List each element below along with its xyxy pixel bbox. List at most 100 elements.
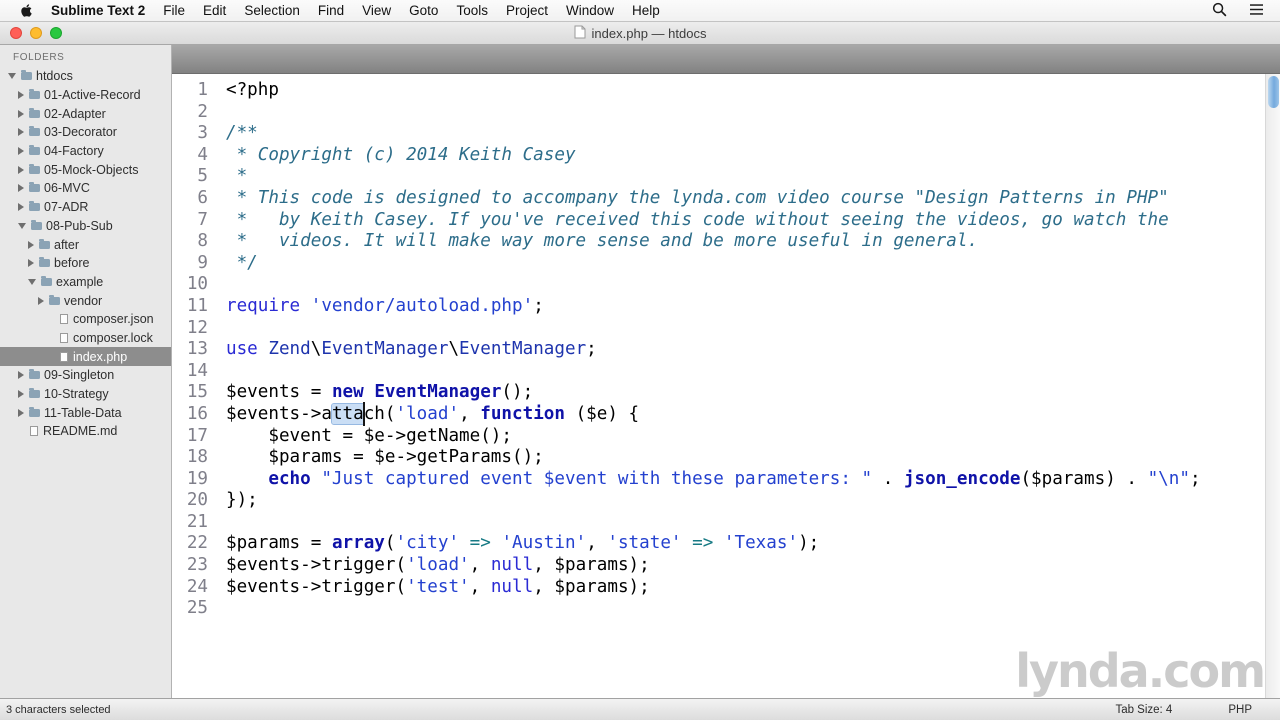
tree-folder-after[interactable]: after	[0, 235, 171, 254]
line-number[interactable]: 10	[172, 274, 208, 296]
editor-scrollbar[interactable]	[1265, 74, 1280, 698]
line-number[interactable]: 4	[172, 145, 208, 167]
menu-item-file[interactable]: File	[163, 3, 185, 18]
collapse-triangle-icon[interactable]	[28, 278, 36, 285]
expand-triangle-icon[interactable]	[18, 371, 24, 380]
line-number[interactable]: 23	[172, 555, 208, 577]
expand-triangle-icon[interactable]	[38, 296, 44, 305]
tree-folder-09-singleton[interactable]: 09-Singleton	[0, 366, 171, 385]
code-line-3[interactable]: /**	[226, 123, 1280, 145]
expand-triangle-icon[interactable]	[18, 147, 24, 156]
code-line-19[interactable]: echo "Just captured event $event with th…	[226, 469, 1280, 491]
code-line-25[interactable]	[226, 598, 1280, 620]
code-line-7[interactable]: * by Keith Casey. If you've received thi…	[226, 210, 1280, 232]
notification-center-icon[interactable]	[1249, 3, 1264, 19]
code-line-13[interactable]: use Zend\EventManager\EventManager;	[226, 339, 1280, 361]
tree-folder-06-mvc[interactable]: 06-MVC	[0, 179, 171, 198]
menu-item-view[interactable]: View	[362, 3, 391, 18]
tree-folder-01-active-record[interactable]: 01-Active-Record	[0, 86, 171, 105]
line-number[interactable]: 2	[172, 102, 208, 124]
menu-item-window[interactable]: Window	[566, 3, 614, 18]
tree-folder-vendor[interactable]: vendor	[0, 291, 171, 310]
tree-folder-04-factory[interactable]: 04-Factory	[0, 142, 171, 161]
minimize-window-button[interactable]	[30, 27, 42, 39]
code-line-9[interactable]: */	[226, 253, 1280, 275]
collapse-triangle-icon[interactable]	[8, 73, 16, 80]
tree-file-readme-md[interactable]: README.md	[0, 422, 171, 441]
line-number[interactable]: 11	[172, 296, 208, 318]
tree-folder-03-decorator[interactable]: 03-Decorator	[0, 123, 171, 142]
code-line-5[interactable]: *	[226, 166, 1280, 188]
tree-file-composer-lock[interactable]: composer.lock	[0, 329, 171, 348]
code-line-12[interactable]	[226, 318, 1280, 340]
line-number[interactable]: 22	[172, 533, 208, 555]
code-line-15[interactable]: $events = new EventManager();	[226, 382, 1280, 404]
code-line-24[interactable]: $events->trigger('test', null, $params);	[226, 577, 1280, 599]
expand-triangle-icon[interactable]	[18, 203, 24, 212]
menu-item-selection[interactable]: Selection	[244, 3, 300, 18]
line-number[interactable]: 6	[172, 188, 208, 210]
expand-triangle-icon[interactable]	[18, 109, 24, 118]
line-number[interactable]: 15	[172, 382, 208, 404]
tree-file-composer-json[interactable]: composer.json	[0, 310, 171, 329]
line-number[interactable]: 7	[172, 210, 208, 232]
expand-triangle-icon[interactable]	[18, 165, 24, 174]
line-number[interactable]: 5	[172, 166, 208, 188]
line-number[interactable]: 14	[172, 361, 208, 383]
line-number[interactable]: 19	[172, 469, 208, 491]
expand-triangle-icon[interactable]	[28, 259, 34, 268]
code-line-11[interactable]: require 'vendor/autoload.php';	[226, 296, 1280, 318]
line-number[interactable]: 12	[172, 318, 208, 340]
expand-triangle-icon[interactable]	[18, 128, 24, 137]
code-line-4[interactable]: * Copyright (c) 2014 Keith Casey	[226, 145, 1280, 167]
code-line-16[interactable]: $events->attach('load', function ($e) {	[226, 402, 1280, 426]
line-number[interactable]: 3	[172, 123, 208, 145]
spotlight-search-icon[interactable]	[1212, 2, 1227, 20]
code-line-14[interactable]	[226, 361, 1280, 383]
tree-file-index-php[interactable]: index.php	[0, 347, 171, 366]
menu-item-goto[interactable]: Goto	[409, 3, 438, 18]
tree-folder-08-pub-sub[interactable]: 08-Pub-Sub	[0, 217, 171, 236]
tree-folder-example[interactable]: example	[0, 273, 171, 292]
menu-item-project[interactable]: Project	[506, 3, 548, 18]
code-line-10[interactable]	[226, 274, 1280, 296]
code-line-22[interactable]: $params = array('city' => 'Austin', 'sta…	[226, 533, 1280, 555]
line-number[interactable]: 1	[172, 80, 208, 102]
code-line-17[interactable]: $event = $e->getName();	[226, 426, 1280, 448]
line-number[interactable]: 20	[172, 490, 208, 512]
line-number[interactable]: 13	[172, 339, 208, 361]
line-number[interactable]: 9	[172, 253, 208, 275]
tree-folder-before[interactable]: before	[0, 254, 171, 273]
code-line-1[interactable]: <?php	[226, 80, 1280, 102]
code-line-23[interactable]: $events->trigger('load', null, $params);	[226, 555, 1280, 577]
tree-folder-10-strategy[interactable]: 10-Strategy	[0, 385, 171, 404]
menu-item-tools[interactable]: Tools	[456, 3, 488, 18]
code-line-2[interactable]	[226, 102, 1280, 124]
close-window-button[interactable]	[10, 27, 22, 39]
tree-folder-htdocs[interactable]: htdocs	[0, 67, 171, 86]
line-number[interactable]: 17	[172, 426, 208, 448]
tree-folder-11-table-data[interactable]: 11-Table-Data	[0, 403, 171, 422]
expand-triangle-icon[interactable]	[18, 91, 24, 100]
collapse-triangle-icon[interactable]	[18, 222, 26, 229]
tree-folder-02-adapter[interactable]: 02-Adapter	[0, 104, 171, 123]
line-number-gutter[interactable]: 1 2 3 4 5 6 7 8 9 10 11 12 13 14 15 16 17 18 19 20 21 22 23 24 2…	[172, 74, 226, 698]
menu-item-find[interactable]: Find	[318, 3, 344, 18]
code-line-20[interactable]: });	[226, 490, 1280, 512]
tree-folder-05-mock-objects[interactable]: 05-Mock-Objects	[0, 160, 171, 179]
code-line-6[interactable]: * This code is designed to accompany the…	[226, 188, 1280, 210]
line-number[interactable]: 18	[172, 447, 208, 469]
menu-item-sublime-text-2[interactable]: Sublime Text 2	[51, 3, 145, 18]
apple-menu-icon[interactable]	[20, 3, 33, 18]
expand-triangle-icon[interactable]	[18, 184, 24, 193]
line-number[interactable]: 24	[172, 577, 208, 599]
code-line-21[interactable]	[226, 512, 1280, 534]
code-area[interactable]: <?php /** * Copyright (c) 2014 Keith Case…	[226, 74, 1280, 698]
code-line-18[interactable]: $params = $e->getParams();	[226, 447, 1280, 469]
window-title-bar[interactable]: index.php — htdocs	[0, 22, 1280, 45]
code-line-8[interactable]: * videos. It will make way more sense an…	[226, 231, 1280, 253]
tab-size-indicator[interactable]: Tab Size: 4	[1115, 704, 1172, 716]
expand-triangle-icon[interactable]	[28, 240, 34, 249]
line-number[interactable]: 16	[172, 404, 208, 426]
zoom-window-button[interactable]	[50, 27, 62, 39]
